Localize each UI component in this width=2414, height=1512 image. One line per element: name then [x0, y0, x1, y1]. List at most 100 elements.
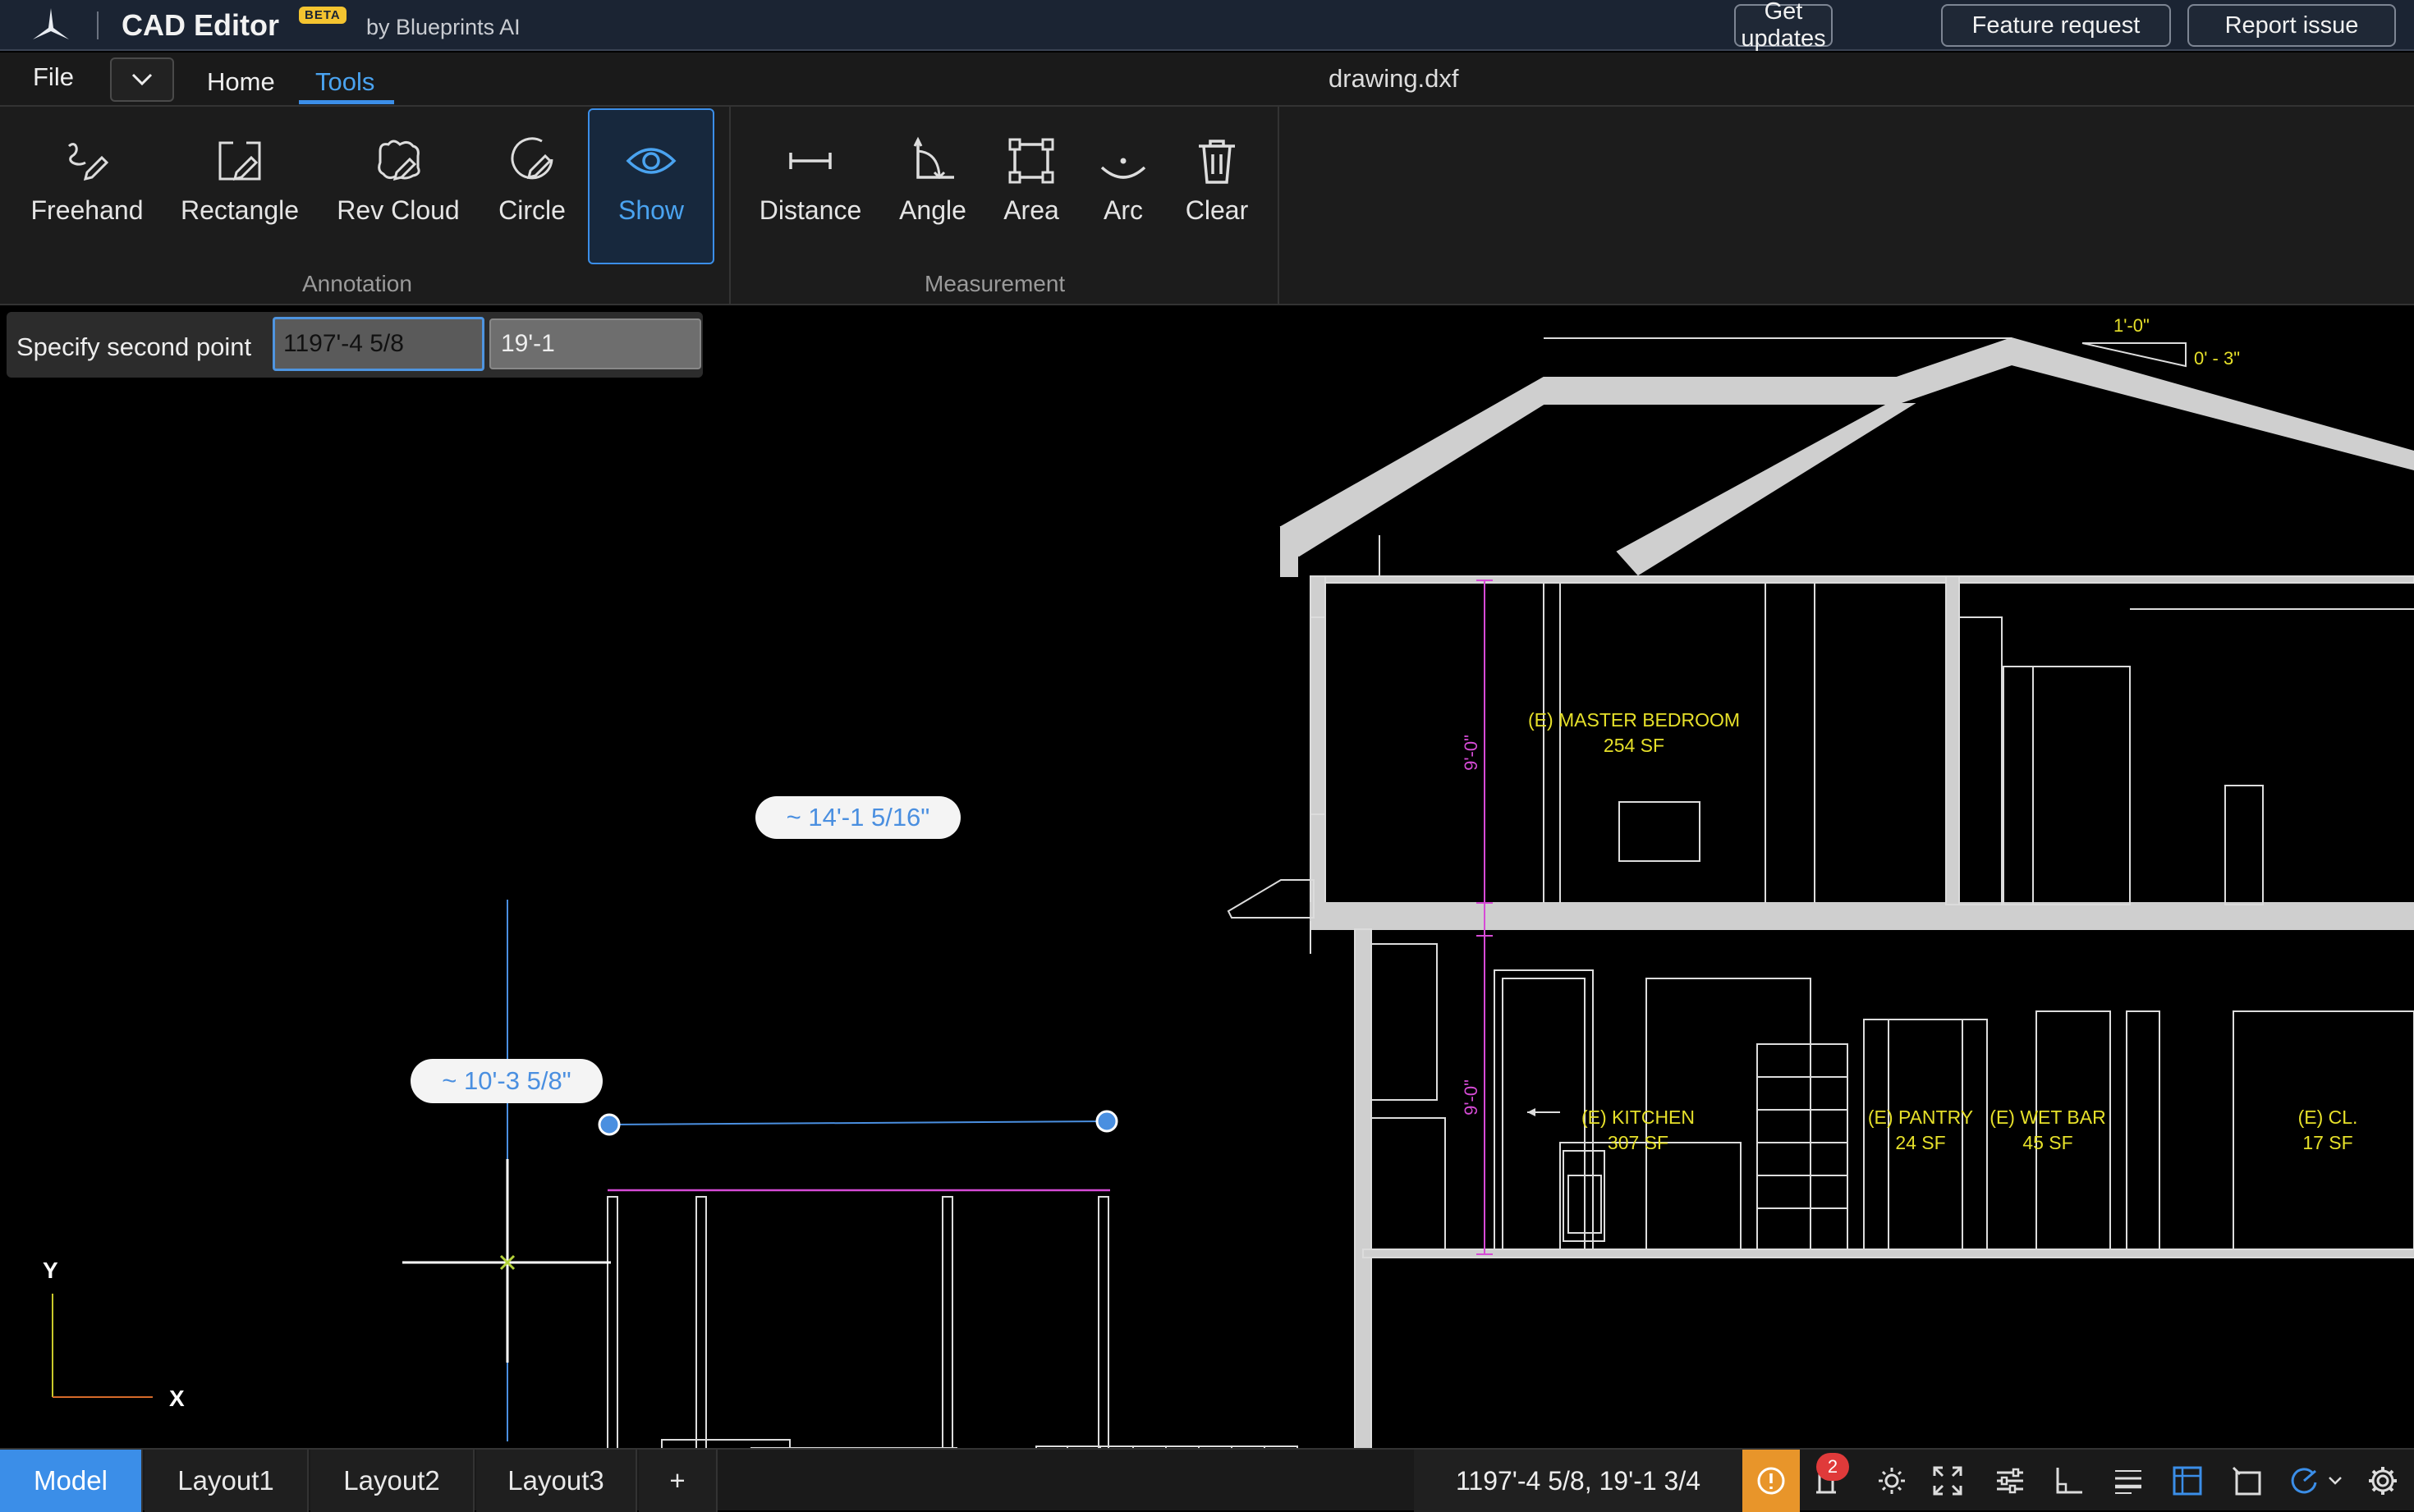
measure-end-handle[interactable]: [1095, 1110, 1118, 1133]
rev-cloud-icon: [378, 140, 420, 181]
circle-tool-button[interactable]: Circle: [489, 135, 575, 226]
measure-distance-label: ~ 14'-1 5/16": [755, 796, 961, 839]
upper-floor-height: 9'-0": [1460, 735, 1481, 771]
menu-bar: File Home Tools drawing.dxf: [0, 53, 2414, 107]
area-icon: [1008, 138, 1054, 184]
ribbon-divider: [1278, 107, 1279, 305]
room-area: 17 SF: [2302, 1132, 2353, 1153]
rev-cloud-tool-button[interactable]: Rev Cloud: [328, 135, 468, 226]
room-kitchen: (E) KITCHEN 307 SF: [1568, 1105, 1708, 1156]
cursor-coordinates: 1197'-4 5/8, 19'-1 3/4: [1414, 1450, 1742, 1512]
room-closet: (E) CL. 17 SF: [2283, 1105, 2373, 1156]
add-layout-button[interactable]: +: [639, 1450, 718, 1512]
ucs-x-label: X: [169, 1386, 185, 1411]
room-area: 24 SF: [1895, 1132, 1946, 1153]
app-title: CAD Editor: [122, 8, 279, 42]
document-filename: drawing.dxf: [1329, 64, 1459, 93]
ortho-icon[interactable]: [2051, 1464, 2084, 1497]
file-dropdown-button[interactable]: [110, 57, 174, 102]
arc-label: Arc: [1104, 195, 1143, 225]
warning-button[interactable]: [1742, 1450, 1800, 1512]
rectangle-icon: [218, 141, 261, 181]
command-prompt-label: Specify second point: [16, 332, 252, 361]
area-label: Area: [1003, 195, 1059, 225]
freehand-label: Freehand: [30, 195, 144, 225]
command-prompt: Specify second point: [7, 312, 703, 378]
tab-tools[interactable]: Tools: [315, 67, 374, 97]
area-tool-button[interactable]: Area: [995, 135, 1067, 226]
file-menu[interactable]: File: [33, 62, 74, 92]
distance-icon: [789, 153, 832, 169]
brightness-icon[interactable]: [1875, 1464, 1908, 1497]
house-section-linework: [607, 337, 2414, 1448]
room-master-bedroom: (E) MASTER BEDROOM 254 SF: [1511, 708, 1757, 758]
lineweight-icon[interactable]: [2112, 1464, 2145, 1497]
room-pantry: (E) PANTRY 24 SF: [1859, 1105, 1982, 1156]
show-tool-button[interactable]: Show: [599, 135, 703, 226]
room-area: 307 SF: [1607, 1132, 1669, 1153]
angle-label: Angle: [899, 195, 966, 225]
room-name: (E) MASTER BEDROOM: [1527, 709, 1741, 731]
tools-ribbon: Freehand Rectangle Rev Cloud Circle Show…: [0, 107, 2414, 305]
measure-height-label: ~ 10'-3 5/8": [411, 1059, 603, 1103]
measure-start-handle[interactable]: [598, 1113, 621, 1136]
grid-snap-icon[interactable]: [2171, 1464, 2204, 1497]
distance-tool-button[interactable]: Distance: [754, 135, 867, 226]
active-tab-indicator: [299, 100, 394, 104]
layout-tab-layout2[interactable]: Layout2: [310, 1450, 475, 1512]
show-label: Show: [617, 195, 685, 225]
eye-icon: [626, 148, 677, 174]
y-coordinate-input[interactable]: [489, 318, 701, 369]
slope-rise-label: 0' - 3": [2194, 348, 2241, 369]
report-issue-button[interactable]: Report issue: [2187, 4, 2396, 47]
lower-floor-height: 9'-0": [1460, 1079, 1481, 1116]
room-wet-bar: (E) WET BAR 45 SF: [1982, 1105, 2113, 1156]
blueprints-logo-icon: [33, 8, 69, 39]
measurement-group-label: Measurement: [925, 271, 1066, 296]
circle-icon: [511, 137, 553, 180]
gear-icon[interactable]: [2366, 1464, 2399, 1497]
beta-badge: BETA: [299, 7, 346, 24]
distance-label: Distance: [759, 195, 862, 225]
clear-tool-button[interactable]: Clear: [1179, 135, 1255, 226]
trash-icon: [1199, 140, 1235, 184]
settings-sliders-icon[interactable]: [1994, 1464, 2026, 1497]
drawing-canvas[interactable]: ~ 14'-1 5/16" ~ 10'-3 5/8" 1'-0" 0' - 3"…: [0, 305, 2414, 1448]
notification-badge: 2: [1816, 1453, 1849, 1481]
measure-line: [608, 1120, 1108, 1125]
get-updates-button[interactable]: Get updates: [1734, 0, 1833, 52]
room-name: (E) CL.: [2297, 1107, 2358, 1128]
feature-request-button[interactable]: Feature request: [1941, 4, 2171, 47]
chevron-down-icon[interactable]: [2327, 1473, 2343, 1489]
ucs-y-label: Y: [43, 1258, 58, 1283]
arc-icon: [1100, 158, 1146, 179]
annotation-group-label: Annotation: [302, 271, 412, 296]
circle-label: Circle: [498, 195, 566, 225]
freehand-tool-button[interactable]: Freehand: [28, 135, 146, 226]
x-coordinate-input[interactable]: [273, 317, 484, 371]
freehand-icon: [67, 143, 109, 181]
rev-cloud-label: Rev Cloud: [337, 195, 460, 225]
layout-tab-layout1[interactable]: Layout1: [145, 1450, 309, 1512]
room-name: (E) WET BAR: [1989, 1107, 2106, 1128]
chevron-down-icon: [131, 73, 153, 86]
layout-tab-layout3[interactable]: Layout3: [476, 1450, 637, 1512]
fullscreen-icon[interactable]: [1931, 1464, 1964, 1497]
polar-tracking-icon[interactable]: [2288, 1464, 2320, 1497]
viewport-icon[interactable]: [2230, 1464, 2263, 1497]
status-bar: Model Layout1 Layout2 Layout3 + 1197'-4 …: [0, 1448, 2414, 1512]
tab-home[interactable]: Home: [207, 67, 275, 97]
clear-label: Clear: [1185, 195, 1249, 225]
app-byline: by Blueprints AI: [366, 15, 521, 39]
room-area: 254 SF: [1603, 735, 1665, 756]
cad-drawing: [52, 337, 2414, 1448]
arc-tool-button[interactable]: Arc: [1089, 135, 1158, 226]
room-name: (E) PANTRY: [1867, 1107, 1974, 1128]
layout-tab-model[interactable]: Model: [0, 1450, 143, 1512]
ribbon-divider: [729, 107, 731, 305]
room-name: (E) KITCHEN: [1581, 1107, 1695, 1128]
rectangle-tool-button[interactable]: Rectangle: [176, 135, 304, 226]
slope-run-label: 1'-0": [2113, 315, 2150, 336]
angle-icon: [913, 136, 954, 180]
angle-tool-button[interactable]: Angle: [892, 135, 974, 226]
